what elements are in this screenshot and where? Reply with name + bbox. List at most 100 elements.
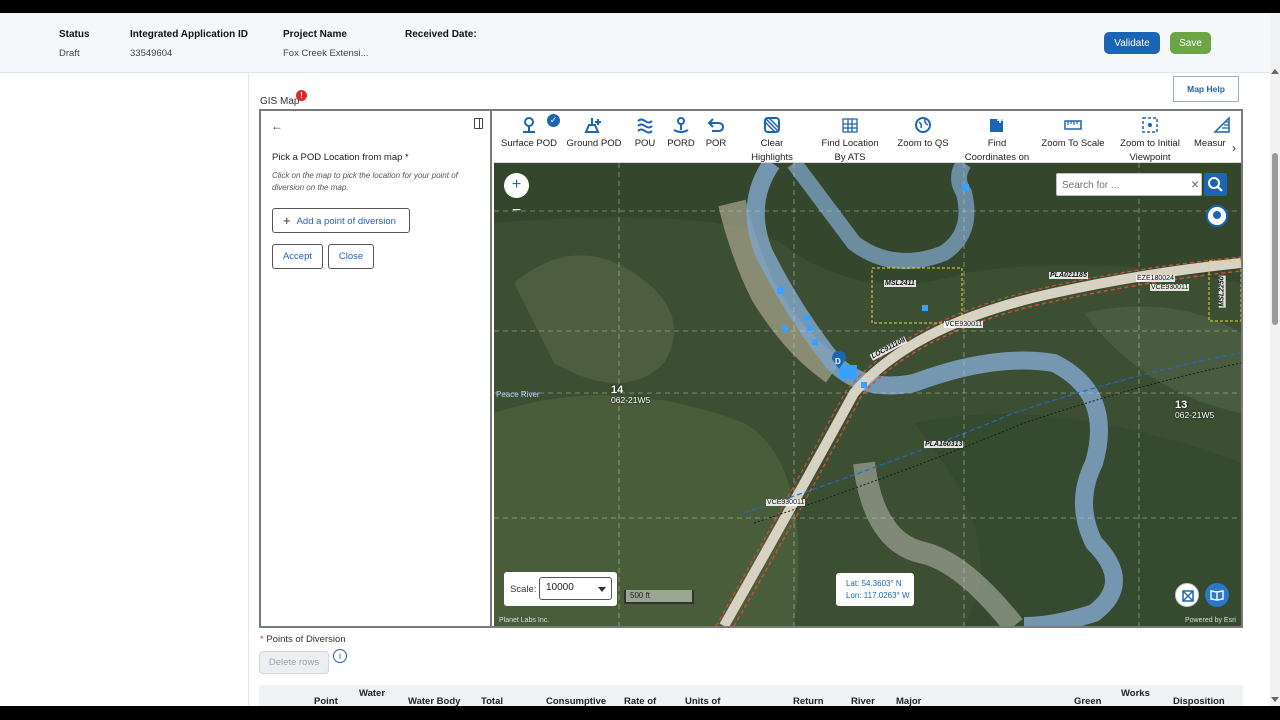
tool-pou[interactable]: POU xyxy=(631,115,659,151)
layers-icon xyxy=(1182,590,1194,602)
zoom-out-button[interactable]: − xyxy=(504,199,529,224)
bottom-letterbox xyxy=(0,706,1280,720)
pou-icon xyxy=(631,115,659,135)
clear-search-icon[interactable]: × xyxy=(1191,176,1199,192)
app-id-label: Integrated Application ID xyxy=(130,29,248,40)
por-icon xyxy=(702,115,730,135)
pod-table-header: Point Water Water Body Total Consumptive… xyxy=(259,685,1243,706)
zoom-qs-icon xyxy=(894,115,952,135)
map-legend-button[interactable] xyxy=(1205,583,1229,607)
save-button[interactable]: Save xyxy=(1170,32,1211,54)
project-field: Project Name Fox Creek Extensi... xyxy=(283,29,369,59)
pod-picker-panel: ← Pick a POD Location from map * Click o… xyxy=(261,111,492,626)
validate-button[interactable]: Validate xyxy=(1104,32,1160,54)
pick-pod-title: Pick a POD Location from map * xyxy=(272,152,409,163)
tool-label: Zoom to QS xyxy=(897,138,949,149)
tool-label: POU xyxy=(634,138,656,149)
scale-selector: Scale: 10000 xyxy=(504,572,617,606)
plus-icon: + xyxy=(283,213,291,228)
parcel-label: VCE930011 xyxy=(766,499,806,506)
tool-label: Ground POD xyxy=(566,138,622,149)
delete-rows-button[interactable]: Delete rows xyxy=(259,651,329,674)
tool-por[interactable]: POR xyxy=(702,115,730,151)
add-point-of-diversion-button[interactable]: + Add a point of diversion xyxy=(272,208,410,233)
tool-label: POR xyxy=(705,138,727,149)
scale-select[interactable]: 10000 xyxy=(539,577,612,600)
parcel-label: PLA160313 xyxy=(924,441,964,448)
app-id-value: 33549604 xyxy=(130,48,173,59)
tool-label: Measur xyxy=(1194,138,1226,149)
tool-find-coordinates[interactable]: Find Coordinates on xyxy=(962,115,1032,162)
info-icon[interactable]: i xyxy=(333,649,347,663)
tool-zoom-initial-viewpoint[interactable]: Zoom to Initial Viewpoint xyxy=(1114,115,1186,163)
collapse-panel-icon[interactable] xyxy=(474,118,483,129)
measure-icon xyxy=(1206,115,1238,135)
tool-clear-highlights[interactable]: Clear Highlights xyxy=(744,115,800,162)
township-label: 14 062-21W5 xyxy=(611,384,651,406)
parcel-label: EZE180024 xyxy=(1136,275,1175,282)
esri-attribution: Powered by Esri xyxy=(1185,617,1236,624)
column-header: Total xyxy=(481,696,503,706)
scroll-down-arrow[interactable] xyxy=(1271,697,1279,702)
gis-map-label: GIS Map xyxy=(260,96,300,107)
basemap-toggle-button[interactable] xyxy=(1175,583,1199,607)
page-scrollbar[interactable] xyxy=(1270,13,1280,706)
project-label: Project Name xyxy=(283,29,347,40)
tool-zoom-to-scale[interactable]: Zoom To Scale xyxy=(1038,115,1108,151)
tool-ground-pod[interactable]: Ground POD xyxy=(566,115,622,151)
peace-river-label: Peace River xyxy=(496,390,540,399)
column-header: Works xyxy=(1121,688,1150,699)
tool-pord[interactable]: PORD xyxy=(666,115,696,151)
status-value: Draft xyxy=(59,48,80,59)
parcel-label: MSL2250 xyxy=(1218,275,1226,308)
gis-required-badge: ! xyxy=(296,90,307,101)
clear-highlights-icon xyxy=(744,115,800,135)
application-header: Status Draft Integrated Application ID 3… xyxy=(0,13,1270,73)
initial-viewpoint-icon xyxy=(1114,115,1186,135)
search-icon xyxy=(1208,177,1223,192)
scale-label: Scale: xyxy=(510,584,537,595)
received-field: Received Date: xyxy=(405,29,477,40)
zoom-in-button[interactable]: + xyxy=(504,173,529,198)
chevron-right-icon[interactable]: › xyxy=(1232,141,1236,155)
scale-bar: 500 ft xyxy=(624,590,694,604)
search-button[interactable] xyxy=(1204,173,1227,196)
map-canvas[interactable]: D Peace River MSL2411 PLA021185 EZE18002… xyxy=(494,163,1241,626)
back-arrow-icon[interactable]: ← xyxy=(271,119,283,133)
scrollbar-thumb[interactable] xyxy=(1272,153,1278,325)
application-page: Status Draft Integrated Application ID 3… xyxy=(0,13,1280,706)
map-search-input[interactable] xyxy=(1062,177,1182,193)
zoom-controls: + − xyxy=(504,173,529,223)
tool-label: Find Location By ATS xyxy=(821,138,879,163)
status-label: Status xyxy=(59,29,90,40)
column-header: Return xyxy=(793,696,824,706)
column-header: Units of xyxy=(685,696,721,706)
close-button[interactable]: Close xyxy=(328,244,374,269)
imagery-attribution: Planet Labs Inc. xyxy=(499,617,550,624)
tool-zoom-qs[interactable]: Zoom to QS xyxy=(894,115,952,151)
satellite-imagery xyxy=(494,163,1241,626)
top-letterbox xyxy=(0,0,1280,13)
parcel-label: VCE930011 xyxy=(1150,284,1190,291)
column-header: Rate of xyxy=(624,696,657,706)
tool-label: Surface POD xyxy=(501,138,557,149)
project-value: Fox Creek Extensi... xyxy=(283,48,369,59)
zoom-scale-icon xyxy=(1038,115,1108,135)
township-label: 13 062-21W5 xyxy=(1175,399,1215,421)
book-icon xyxy=(1210,590,1224,601)
accept-button[interactable]: Accept xyxy=(272,244,323,269)
tool-label: Zoom to Initial Viewpoint xyxy=(1120,138,1180,163)
locate-user-icon[interactable] xyxy=(1206,205,1228,227)
column-header: Consumptive xyxy=(546,696,607,706)
tool-label: PORD xyxy=(667,138,695,149)
scroll-up-arrow[interactable] xyxy=(1271,69,1279,74)
column-header: Disposition xyxy=(1173,696,1225,706)
ground-pod-icon xyxy=(566,115,622,135)
pick-pod-description: Click on the map to pick the location fo… xyxy=(272,171,458,192)
tool-find-location-ats[interactable]: Find Location By ATS xyxy=(816,115,884,163)
map-toolbar: Surface POD ✓ Ground POD POU PORD POR Cl… xyxy=(494,111,1241,163)
received-label: Received Date: xyxy=(405,29,477,40)
latitude-value: Lat: 54.3603° N xyxy=(846,579,902,588)
column-header: Water Body xyxy=(408,696,461,706)
map-help-button[interactable]: Map Help xyxy=(1173,76,1239,102)
